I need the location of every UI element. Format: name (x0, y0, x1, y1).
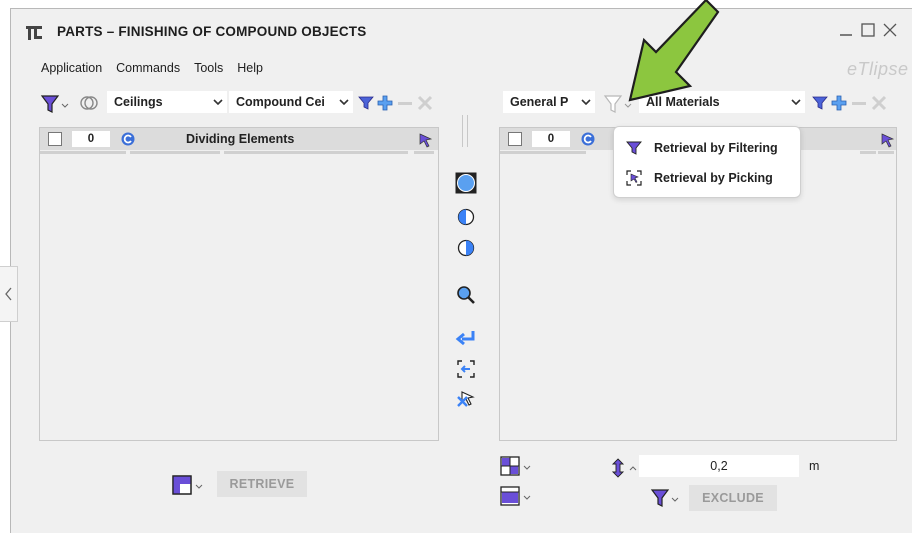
select-all-checkbox[interactable] (508, 132, 522, 146)
type-dropdown[interactable]: Compound Cei (229, 91, 353, 113)
chevron-down-icon (787, 91, 805, 113)
brand-logo: eTlipse (847, 59, 909, 79)
column-divider[interactable] (878, 151, 894, 154)
collapse-sidebar-tab[interactable] (0, 266, 18, 322)
column-divider[interactable] (224, 151, 408, 154)
minimize-icon[interactable] (837, 21, 855, 39)
select-all-checkbox[interactable] (48, 132, 62, 146)
column-divider[interactable] (130, 151, 220, 154)
menu-item-retrieval-picking[interactable]: Retrieval by Picking (614, 165, 800, 191)
clear-icon[interactable] (416, 93, 434, 113)
menu-application[interactable]: Application (41, 61, 102, 75)
exclude-button[interactable]: EXCLUDE (689, 485, 777, 511)
full-circle-button[interactable] (454, 171, 478, 195)
pick-cursor-icon[interactable] (418, 132, 434, 148)
clear-icon[interactable] (870, 93, 888, 113)
remove-icon[interactable] (396, 93, 414, 113)
filter-icon[interactable] (811, 93, 829, 113)
layout-dropdown-button[interactable] (171, 473, 205, 497)
enter-icon[interactable] (454, 327, 478, 349)
left-column-title: Dividing Elements (186, 132, 295, 146)
window-title: PARTS – FINISHING OF COMPOUND OBJECTS (57, 24, 367, 39)
chevron-down-icon (335, 91, 353, 113)
refresh-icon[interactable] (580, 131, 596, 147)
menu-tools[interactable]: Tools (194, 61, 223, 75)
right-count: 0 (532, 131, 570, 147)
column-divider[interactable] (500, 151, 586, 154)
retrieve-button[interactable]: RETRIEVE (217, 471, 307, 497)
add-icon[interactable] (830, 93, 848, 113)
filter-dropdown-button[interactable] (39, 92, 71, 116)
unpick-cursor-icon[interactable] (455, 388, 477, 410)
column-divider[interactable] (414, 151, 434, 154)
left-count: 0 (72, 131, 110, 147)
grid-layout-dropdown-button[interactable] (499, 455, 533, 477)
menu-commands[interactable]: Commands (116, 61, 180, 75)
vertical-offset-dropdown-button[interactable] (609, 457, 643, 479)
scope-dropdown[interactable]: General P (503, 91, 595, 113)
band-layout-dropdown-button[interactable] (499, 485, 533, 507)
remove-icon[interactable] (850, 93, 868, 113)
chevron-down-icon (577, 91, 595, 113)
unit-label: m (809, 459, 820, 473)
close-icon[interactable] (881, 21, 899, 39)
column-divider[interactable] (40, 151, 126, 154)
splitter-handle[interactable] (462, 115, 468, 147)
refresh-icon[interactable] (120, 131, 136, 147)
filter-dropdown-button[interactable] (649, 486, 683, 510)
column-divider[interactable] (860, 151, 876, 154)
menu-help[interactable]: Help (237, 61, 263, 75)
app-logo-icon (25, 24, 42, 40)
half-circle-left-icon[interactable] (456, 206, 476, 228)
offset-value-input[interactable]: 0,2 (639, 455, 799, 477)
pick-cursor-icon[interactable] (880, 132, 896, 148)
select-frame-icon[interactable] (455, 358, 477, 380)
left-list-panel: 0 Dividing Elements (39, 127, 439, 441)
chevron-down-icon (209, 91, 227, 113)
maximize-icon[interactable] (859, 21, 877, 39)
add-icon[interactable] (376, 93, 394, 113)
menu-bar: Application Commands Tools Help (41, 61, 263, 75)
pick-frame-icon (614, 170, 654, 186)
category-dropdown[interactable]: Ceilings (107, 91, 227, 113)
filter-icon (614, 140, 654, 156)
link-rings-icon[interactable] (79, 93, 99, 113)
zoom-icon[interactable] (455, 284, 477, 306)
main-window: PARTS – FINISHING OF COMPOUND OBJECTS eT… (10, 8, 912, 533)
green-arrow-annotation (610, 0, 730, 116)
filter-icon[interactable] (357, 93, 375, 113)
retrieval-popup-menu: Retrieval by Filtering Retrieval by Pick… (613, 126, 801, 198)
menu-item-retrieval-filtering[interactable]: Retrieval by Filtering (614, 135, 800, 161)
half-circle-right-icon[interactable] (456, 237, 476, 259)
